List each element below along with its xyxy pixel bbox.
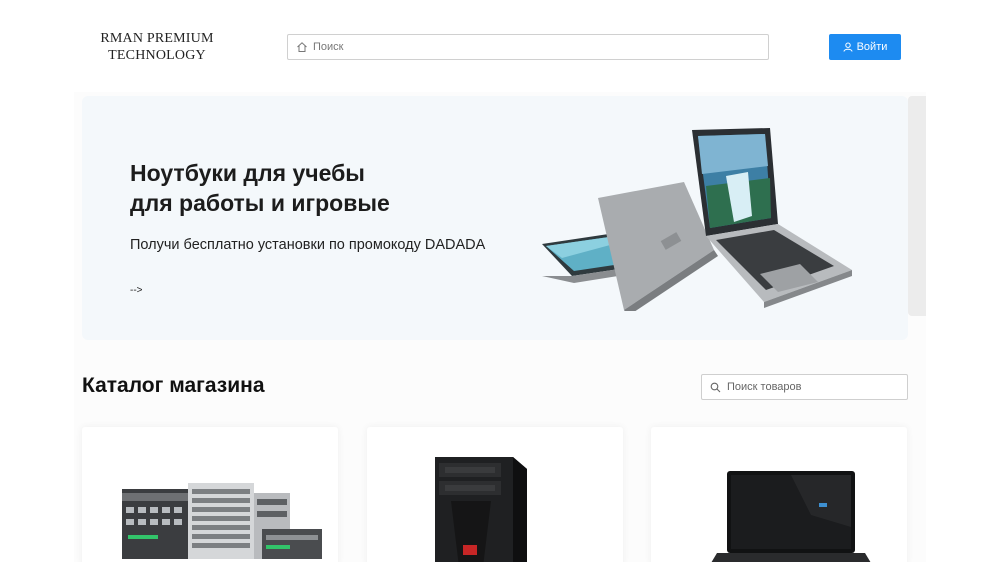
site-header: RMAN PREMIUM TECHNOLOGY Войти (0, 0, 1000, 92)
hero-arrow-link[interactable]: --> (130, 285, 143, 296)
hero-banner: Ноутбуки для учебы для работы и игровые … (82, 96, 908, 340)
hero-title-line-1: Ноутбуки для учебы (130, 160, 365, 186)
catalog-title: Каталог магазина (82, 374, 265, 397)
login-button[interactable]: Войти (829, 34, 901, 60)
search-icon (710, 382, 721, 392)
catalog-search-input[interactable] (727, 381, 897, 393)
hero-title-line-2: для работы и игровые (130, 190, 390, 216)
hero-subtitle: Получи бесплатно установки по промокоду … (130, 237, 486, 253)
logo-line-2: TECHNOLOGY (108, 48, 206, 63)
user-icon (843, 42, 853, 52)
login-label: Войти (856, 41, 888, 53)
product-card[interactable] (82, 427, 338, 562)
laptop-image (711, 471, 871, 562)
pc-tower-image (435, 457, 527, 562)
hero-title: Ноутбуки для учебы для работы и игровые (130, 158, 490, 218)
catalog-search-box (701, 374, 908, 400)
site-logo[interactable]: RMAN PREMIUM TECHNOLOGY (92, 30, 222, 64)
home-icon (297, 42, 307, 52)
servers-image (122, 483, 322, 559)
logo-line-1: RMAN PREMIUM (100, 31, 214, 46)
main-search-box (287, 34, 769, 60)
carousel-next-slide-peek[interactable] (908, 96, 926, 316)
product-card[interactable] (651, 427, 907, 562)
product-card[interactable] (367, 427, 623, 562)
laptops-image (542, 128, 852, 311)
main-search-input[interactable] (313, 41, 753, 53)
